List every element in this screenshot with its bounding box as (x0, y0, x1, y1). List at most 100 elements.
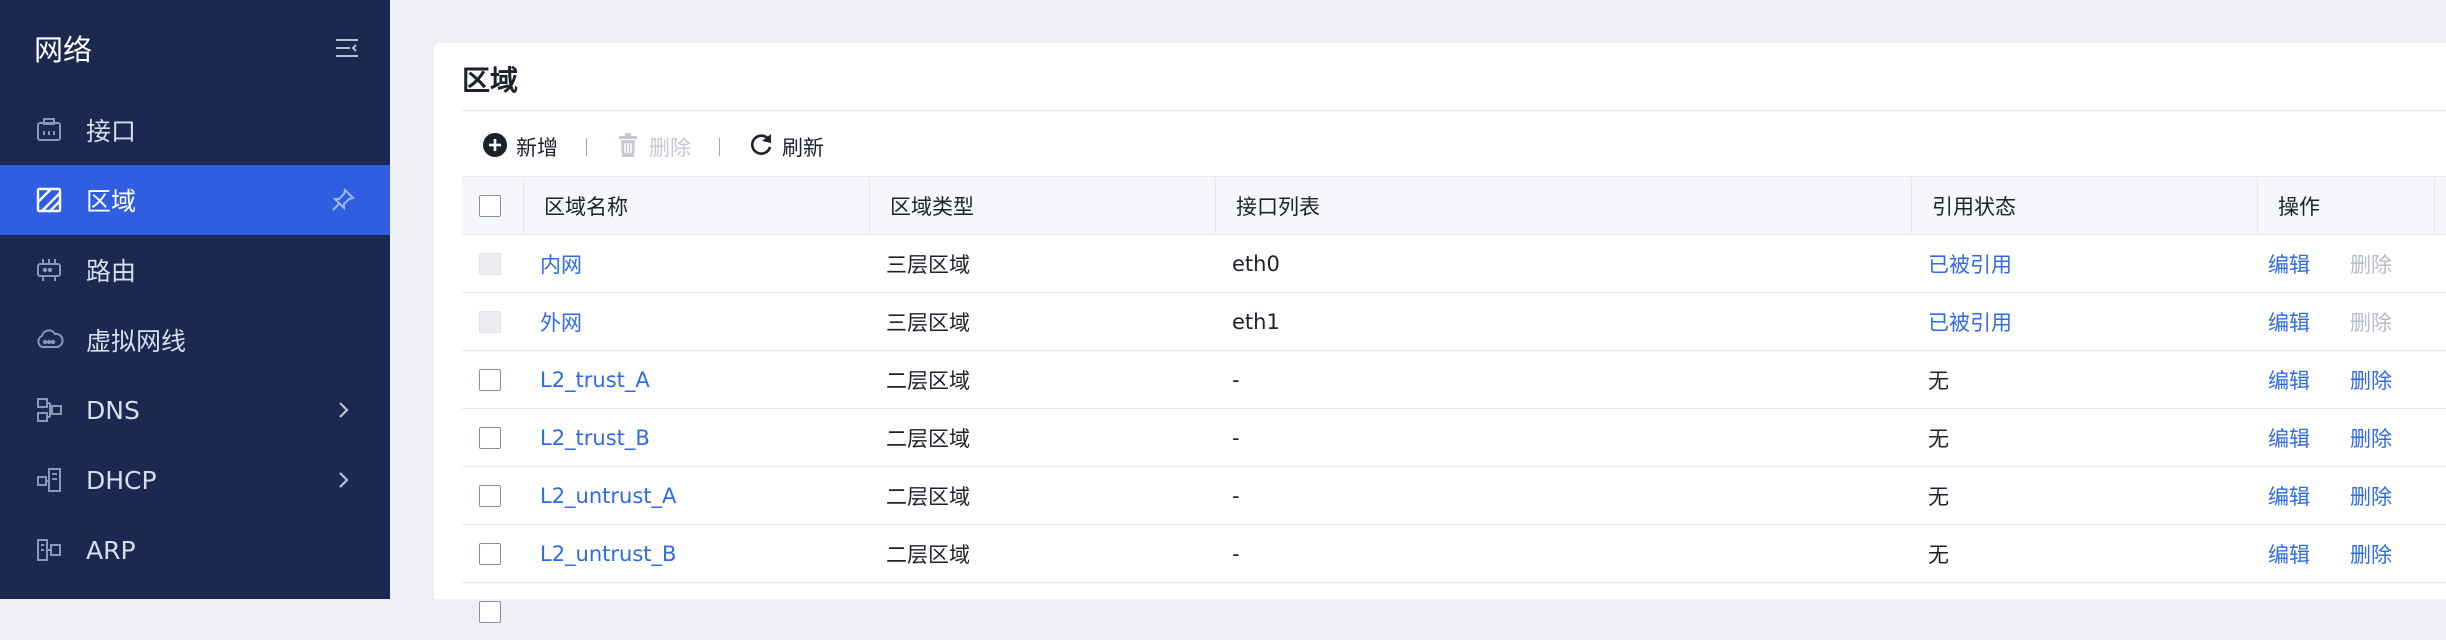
zone-name-cell: L2_trust_A (524, 351, 870, 408)
zone-icon (34, 185, 64, 215)
edit-link[interactable]: 编辑 (2268, 423, 2310, 453)
sidebar-header: 网络 (0, 0, 390, 95)
edit-link[interactable]: 编辑 (2268, 539, 2310, 569)
select-all-cell (462, 177, 524, 234)
delete-label: 删除 (649, 136, 691, 160)
edit-link[interactable]: 编辑 (2268, 249, 2310, 279)
sidebar: 网络 接口 区域 路由 虚拟网线 DNS DHCP ARP (0, 0, 390, 599)
sidebar-item-label: 路由 (86, 257, 137, 286)
interface-list-cell: - (1232, 367, 1240, 392)
plus-circle-icon (482, 132, 516, 163)
collapse-menu-icon[interactable] (332, 33, 362, 63)
zone-name-link[interactable]: L2_trust_B (540, 426, 650, 450)
sidebar-title: 网络 (34, 32, 93, 67)
refresh-label: 刷新 (782, 136, 824, 160)
column-header-ref-status[interactable]: 引用状态 (1912, 177, 2258, 234)
zone-name-link[interactable]: 外网 (540, 307, 582, 337)
column-header-interfaces[interactable]: 接口列表 (1216, 177, 1912, 234)
ref-status-cell: 已被引用 (1912, 235, 2258, 292)
ref-status-cell: 无 (1928, 368, 1949, 393)
ref-status-link[interactable]: 已被引用 (1928, 307, 2012, 337)
row-select-cell (462, 525, 524, 582)
zone-panel: 区域 新增 删除 刷新 区域名称 区域类型 接口列表 引用状态 操作 内网 三层… (434, 43, 2446, 623)
divider (462, 110, 2446, 111)
zone-name-link[interactable]: L2_trust_A (540, 368, 650, 392)
dns-icon (34, 395, 64, 425)
add-button[interactable]: 新增 (482, 132, 558, 163)
refresh-icon (748, 132, 782, 163)
sidebar-item-label: 区域 (86, 187, 137, 216)
sidebar-item-label: 接口 (86, 117, 137, 146)
zone-type-cell: 二层区域 (886, 484, 970, 509)
interface-list-cell: eth1 (1232, 309, 1280, 334)
table-row: L2_trust_B 二层区域 - 无 编辑 删除 (462, 409, 2446, 467)
sidebar-item-label: DHCP (86, 465, 157, 495)
sidebar-item-virtual-wire[interactable]: 虚拟网线 (0, 305, 390, 375)
cloud-link-icon (34, 325, 64, 355)
edit-link[interactable]: 编辑 (2268, 365, 2310, 395)
row-checkbox[interactable] (479, 310, 501, 333)
edit-link[interactable]: 编辑 (2268, 307, 2310, 337)
sidebar-item-interface[interactable]: 接口 (0, 95, 390, 165)
row-select-cell (462, 583, 524, 640)
zone-table: 区域名称 区域类型 接口列表 引用状态 操作 内网 三层区域 eth0 已被引用… (462, 176, 2446, 640)
edit-link[interactable]: 编辑 (2268, 481, 2310, 511)
row-select-cell (462, 467, 524, 524)
refresh-button[interactable]: 刷新 (748, 132, 824, 163)
actions-cell: 编辑 删除 (2258, 293, 2435, 350)
row-checkbox[interactable] (479, 252, 501, 275)
sidebar-item-zone[interactable]: 区域 (0, 165, 390, 235)
table-row: L2_trust_A 二层区域 - 无 编辑 删除 (462, 351, 2446, 409)
row-checkbox[interactable] (479, 600, 501, 623)
zone-name-link[interactable]: L2_untrust_A (540, 484, 676, 508)
router-icon (34, 255, 64, 285)
sidebar-item-route[interactable]: 路由 (0, 235, 390, 305)
ref-status-cell: 已被引用 (1912, 293, 2258, 350)
row-checkbox[interactable] (479, 426, 501, 449)
top-strip (390, 0, 2446, 40)
sidebar-item-arp[interactable]: ARP (0, 515, 390, 585)
zone-name-link[interactable]: L2_untrust_B (540, 542, 676, 566)
interface-list-cell: eth0 (1232, 251, 1280, 276)
zone-type-cell: 三层区域 (886, 252, 970, 277)
row-checkbox[interactable] (479, 542, 501, 565)
sidebar-item-label: DNS (86, 395, 140, 425)
interface-list-cell: - (1232, 425, 1240, 450)
pin-icon[interactable] (330, 187, 356, 213)
delete-link[interactable]: 删除 (2350, 249, 2392, 279)
zone-name-cell: 外网 (524, 293, 870, 350)
delete-link[interactable]: 删除 (2350, 365, 2392, 395)
column-header-type[interactable]: 区域类型 (870, 177, 1216, 234)
delete-link[interactable]: 删除 (2350, 539, 2392, 569)
zone-type-cell: 二层区域 (886, 542, 970, 567)
actions-cell: 编辑 删除 (2258, 467, 2435, 524)
delete-link[interactable]: 删除 (2350, 481, 2392, 511)
ref-status-link[interactable]: 已被引用 (1928, 249, 2012, 279)
sidebar-item-dns[interactable]: DNS (0, 375, 390, 445)
actions-cell: 编辑 删除 (2258, 525, 2435, 582)
table-row-partial (462, 583, 2446, 640)
row-checkbox[interactable] (479, 484, 501, 507)
row-checkbox[interactable] (479, 368, 501, 391)
column-header-actions: 操作 (2258, 177, 2435, 234)
zone-name-cell: L2_untrust_A (524, 467, 870, 524)
ref-status-cell: 无 (1928, 542, 1949, 567)
chevron-right-icon (330, 467, 356, 493)
row-select-cell (462, 293, 524, 350)
delete-link[interactable]: 删除 (2350, 423, 2392, 453)
column-header-name[interactable]: 区域名称 (524, 177, 870, 234)
delete-button[interactable]: 删除 (615, 132, 691, 163)
delete-link[interactable]: 删除 (2350, 307, 2392, 337)
sidebar-item-dhcp[interactable]: DHCP (0, 445, 390, 515)
row-select-cell (462, 235, 524, 292)
select-all-checkbox[interactable] (479, 194, 501, 217)
zone-name-link[interactable]: 内网 (540, 249, 582, 279)
page-title: 区域 (462, 64, 519, 97)
arp-icon (34, 535, 64, 565)
table-row: L2_untrust_B 二层区域 - 无 编辑 删除 (462, 525, 2446, 583)
toolbar: 新增 删除 刷新 (482, 127, 824, 167)
dhcp-icon (34, 465, 64, 495)
table-row: 内网 三层区域 eth0 已被引用 编辑 删除 (462, 235, 2446, 293)
toolbar-divider (719, 138, 720, 156)
interface-list-cell: - (1232, 483, 1240, 508)
